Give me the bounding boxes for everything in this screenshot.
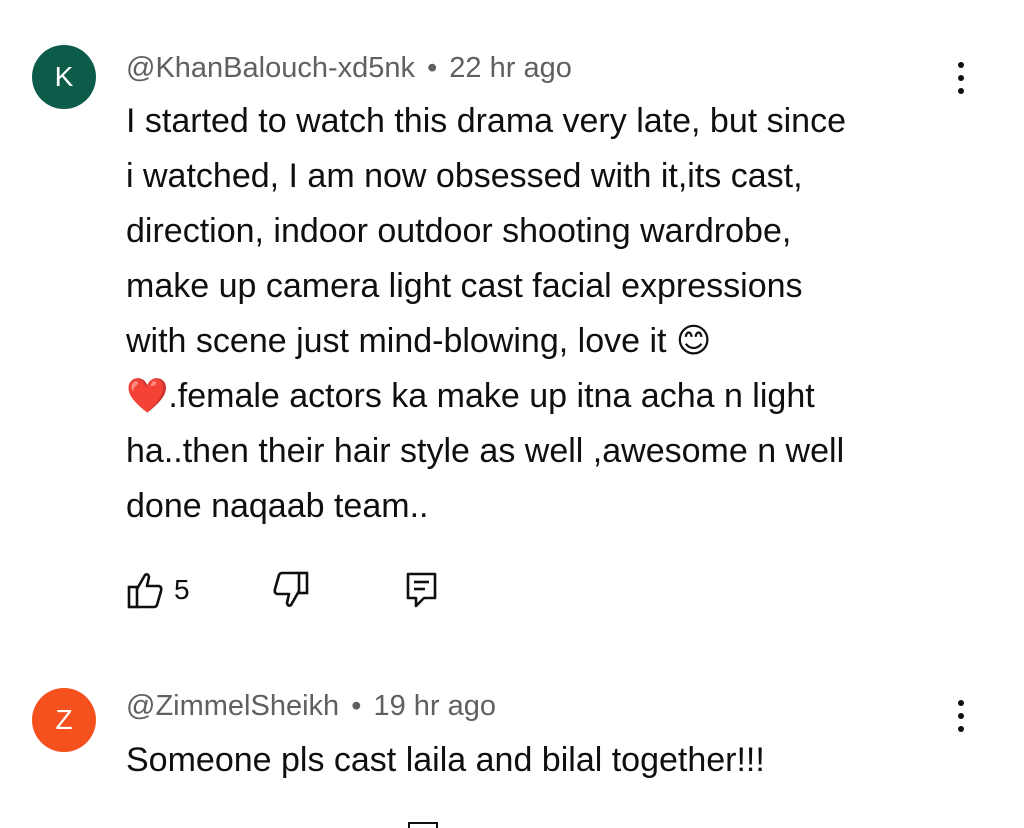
comment-meta: @KhanBalouch-xd5nk • 22 hr ago	[126, 52, 572, 85]
more-vert-icon[interactable]	[944, 694, 978, 738]
avatar-letter: K	[54, 61, 74, 92]
comment-text: I started to watch this drama very late,…	[126, 102, 846, 525]
thumb-down-icon	[272, 570, 310, 610]
meta-separator: •	[343, 690, 370, 722]
meta-separator: •	[419, 52, 446, 84]
comment-meta: @ZimmelSheikh • 19 hr ago	[126, 690, 496, 723]
comment-author[interactable]: @ZimmelSheikh	[126, 690, 339, 722]
like-button[interactable]: 5	[126, 570, 190, 610]
reply-button[interactable]	[404, 570, 440, 610]
reply-comment-icon[interactable]	[408, 822, 438, 828]
comment-author[interactable]: @KhanBalouch-xd5nk	[126, 52, 415, 84]
dislike-button[interactable]	[272, 570, 310, 610]
reply-comment-icon	[404, 570, 440, 610]
avatar[interactable]: Z	[32, 688, 96, 752]
comment-time[interactable]: 22 hr ago	[449, 52, 572, 84]
avatar-letter: Z	[55, 704, 73, 735]
comment-time[interactable]: 19 hr ago	[373, 690, 496, 722]
like-count: 5	[174, 574, 190, 605]
avatar[interactable]: K	[32, 45, 96, 109]
comment-text: Someone pls cast laila and bilal togethe…	[126, 741, 765, 779]
thumb-up-icon	[126, 570, 164, 610]
